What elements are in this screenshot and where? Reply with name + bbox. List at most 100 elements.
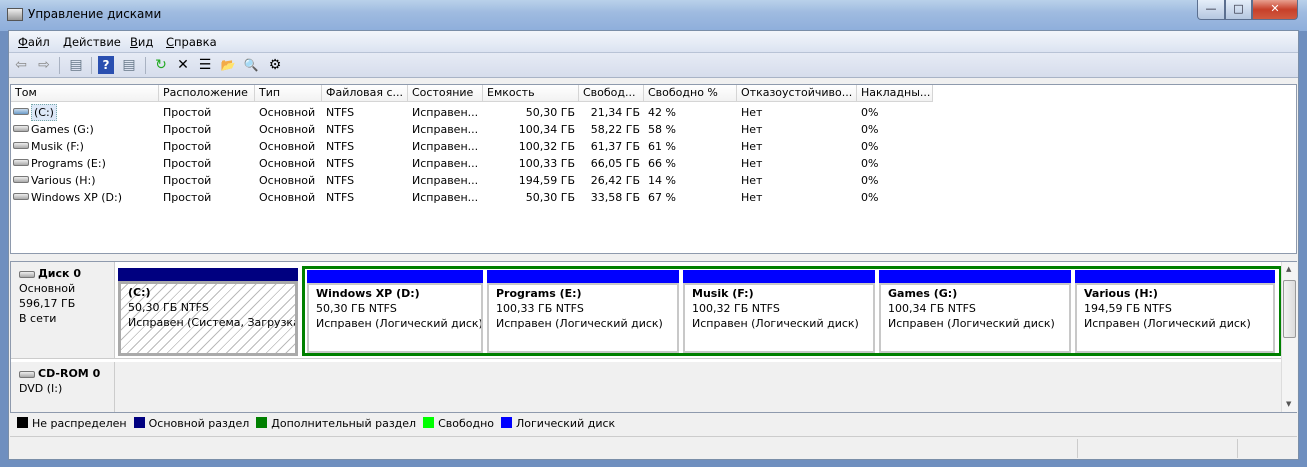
scroll-up-icon[interactable]: ▲ — [1286, 265, 1291, 273]
cell: Programs (E:) — [31, 157, 106, 170]
menu-view[interactable]: Вид — [130, 35, 153, 49]
help-icon[interactable]: ? — [98, 56, 114, 74]
cell: Простой — [163, 123, 212, 136]
cell: Исправен... — [412, 140, 479, 153]
cell: Простой — [163, 191, 212, 204]
partition[interactable]: Musik (F:) 100,32 ГБ NTFS Исправен (Логиче… — [682, 269, 876, 353]
scroll-down-icon[interactable]: ▼ — [1286, 400, 1291, 408]
cell: 61 % — [648, 140, 676, 153]
cell: 58,22 ГБ — [590, 123, 640, 136]
legend-label: Дополнительный раздел — [271, 417, 417, 430]
legend-swatch — [17, 417, 28, 428]
cell: NTFS — [326, 174, 355, 187]
column-header[interactable]: Отказоустойчиво... — [737, 85, 857, 102]
table-row[interactable]: Musik (F:) Простой Основной NTFS Исправен...… — [11, 138, 1296, 155]
settings-icon[interactable]: ⚙ — [265, 56, 285, 74]
partition[interactable]: Programs (E:) 100,33 ГБ NTFS Исправен (Лог… — [486, 269, 680, 353]
forward-icon[interactable]: ⇨ — [34, 56, 54, 74]
disk-0-label[interactable]: Диск 0 Основной 596,17 ГБ В сети — [11, 262, 115, 359]
disk-status: В сети — [19, 312, 57, 325]
partition[interactable]: Windows XP (D:) 50,30 ГБ NTFS Исправен (Ло… — [306, 269, 484, 353]
close-button[interactable]: ✕ — [1252, 0, 1298, 20]
cell: Исправен... — [412, 123, 479, 136]
window-title: Управление дисками — [28, 7, 162, 21]
column-header[interactable]: Свобод... — [579, 85, 644, 102]
cell: Исправен... — [412, 174, 479, 187]
disk-0-partitions: (C:) 50,30 ГБ NTFS Исправен (Система, За… — [115, 262, 1282, 359]
logical-disk-bar — [487, 270, 679, 283]
cell: Various (H:) — [31, 174, 96, 187]
cdrom-icon — [19, 371, 35, 378]
partition[interactable]: Games (G:) 100,34 ГБ NTFS Исправен (Логиче… — [878, 269, 1072, 353]
explore-icon[interactable]: 🔍 — [241, 56, 261, 74]
table-row[interactable]: (C:) Простой Основной NTFS Исправен... 50,30 … — [11, 104, 1296, 121]
vertical-scrollbar[interactable]: ▲ ▼ — [1281, 262, 1297, 412]
logical-disk-bar — [307, 270, 483, 283]
column-header[interactable]: Состояние — [408, 85, 483, 102]
cell: Простой — [163, 140, 212, 153]
partition-c[interactable]: (C:) 50,30 ГБ NTFS Исправен (Система, За… — [117, 267, 299, 356]
table-row[interactable]: Various (H:) Простой Основной NTFS Исправен.… — [11, 172, 1296, 189]
cell: 42 % — [648, 106, 676, 119]
cell: Исправен... — [412, 191, 479, 204]
toolbar-separator — [91, 57, 92, 74]
column-header[interactable]: Том — [11, 85, 159, 102]
cell: 0% — [861, 191, 879, 204]
back-icon[interactable]: ⇦ — [11, 56, 31, 74]
volume-icon — [13, 108, 29, 115]
logical-disk-bar — [683, 270, 875, 283]
cell: Основной — [259, 191, 316, 204]
column-header[interactable]: Расположение — [159, 85, 255, 102]
legend-swatch — [501, 417, 513, 428]
column-header[interactable]: Тип — [255, 85, 322, 102]
cell: Windows XP (D:) — [31, 191, 123, 204]
cell: 0% — [861, 140, 879, 153]
partition[interactable]: Various (H:) 194,59 ГБ NTFS Исправен (Логи… — [1074, 269, 1276, 353]
disk-management-icon — [7, 8, 23, 21]
cdrom-0-label[interactable]: CD-ROM 0 DVD (I:) — [11, 362, 115, 412]
refresh-icon[interactable]: ↻ — [151, 56, 171, 74]
table-row[interactable]: Programs (E:) Простой Основной NTFS Исправен… — [11, 155, 1296, 172]
volume-icon — [13, 159, 29, 166]
console-tree-icon[interactable]: ▤ — [66, 56, 86, 74]
partition-name: Programs (E:) — [496, 287, 582, 300]
disk-name: Диск 0 — [38, 267, 81, 280]
partition-size: 100,33 ГБ NTFS — [496, 302, 584, 315]
volume-icon — [13, 142, 29, 149]
menu-help[interactable]: Справка — [166, 35, 217, 49]
cell: Основной — [259, 157, 316, 170]
maximize-button[interactable]: □ — [1225, 0, 1252, 20]
cell: NTFS — [326, 123, 355, 136]
menu-file[interactable]: Файл — [18, 35, 50, 49]
cell: 194,59 ГБ — [518, 174, 575, 187]
column-header[interactable]: Емкость — [483, 85, 579, 102]
cell: Простой — [163, 174, 212, 187]
partition-size: 194,59 ГБ NTFS — [1084, 302, 1172, 315]
cell: NTFS — [326, 140, 355, 153]
volume-list: Том Расположение Тип Файловая с... Состояние… — [10, 84, 1297, 254]
column-header[interactable]: Свободно % — [644, 85, 737, 102]
properties-icon[interactable]: ☰ — [195, 56, 215, 74]
cell: 50,30 ГБ — [525, 106, 575, 119]
partition-name: Games (G:) — [888, 287, 958, 300]
cell: 50,30 ГБ — [525, 191, 575, 204]
legend-swatch — [423, 417, 435, 428]
table-row[interactable]: Games (G:) Простой Основной NTFS Исправен...… — [11, 121, 1296, 138]
column-header[interactable]: Файловая с... — [322, 85, 408, 102]
cell: 0% — [861, 174, 879, 187]
toolbar: ⇦ ⇨ ▤ ? ▤ ↻ ✕ ☰ 📂 🔍 ⚙ — [9, 53, 1298, 78]
menu-action[interactable]: Действие — [63, 35, 121, 49]
open-folder-icon[interactable]: 📂 — [218, 56, 238, 74]
minimize-button[interactable]: — — [1197, 0, 1225, 20]
disk-map: Диск 0 Основной 596,17 ГБ В сети (C:) 50… — [10, 261, 1297, 413]
main-window: Файл Действие Вид Справка ⇦ ⇨ ▤ ? ▤ ↻ ✕ … — [8, 30, 1299, 460]
table-row[interactable]: Windows XP (D:) Простой Основной NTFS Исправ… — [11, 189, 1296, 206]
delete-icon[interactable]: ✕ — [173, 56, 193, 74]
action-pane-icon[interactable]: ▤ — [119, 56, 139, 74]
cell: 0% — [861, 157, 879, 170]
partition-status: Исправен (Логический диск) — [692, 317, 859, 330]
partition-size: 100,34 ГБ NTFS — [888, 302, 976, 315]
scrollbar-thumb[interactable] — [1283, 280, 1296, 338]
column-header[interactable]: Накладны... — [857, 85, 933, 102]
cell: Нет — [741, 157, 763, 170]
